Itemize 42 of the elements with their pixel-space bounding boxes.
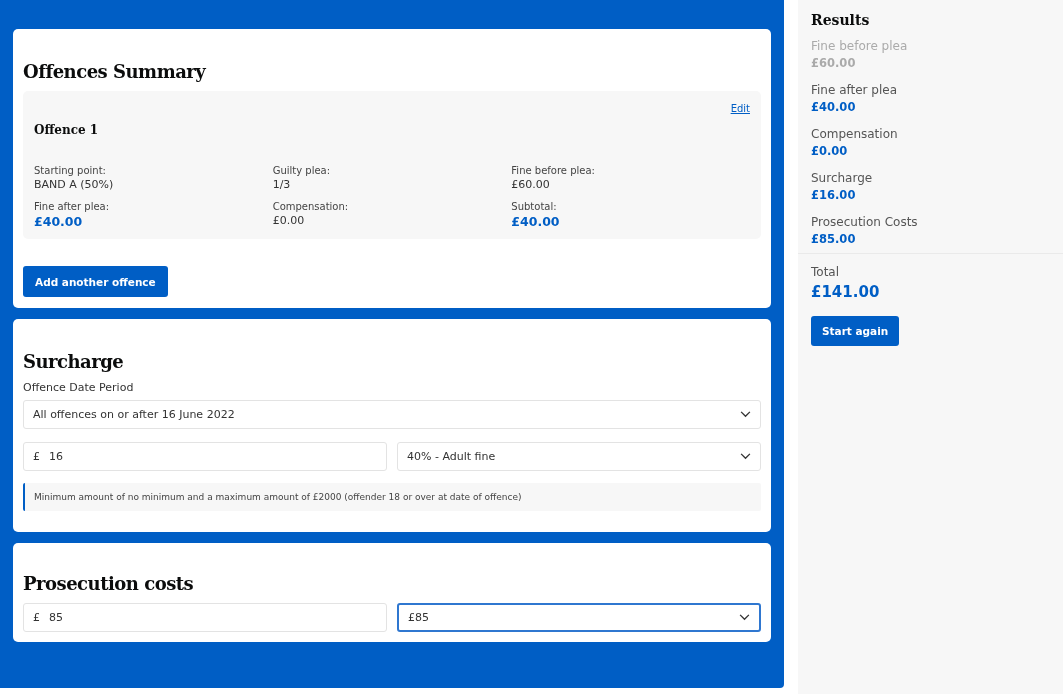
field-label: Guilty plea: xyxy=(272,165,331,176)
field-label: Fine after plea: xyxy=(34,201,110,212)
amount-field[interactable]: £ 85 xyxy=(23,603,387,632)
field-value: 1/3 xyxy=(272,178,291,191)
field-label: Offence Date Period xyxy=(23,381,135,394)
result-value: £40.00 xyxy=(811,99,856,115)
section-heading: Prosecution costs xyxy=(23,573,195,594)
result-label: Fine before plea xyxy=(811,38,908,55)
section-heading: Offences Summary xyxy=(23,61,207,82)
field-value: £0.00 xyxy=(272,214,305,227)
result-value: £60.00 xyxy=(811,55,856,71)
result-label: Surcharge xyxy=(811,170,873,187)
result-label: Prosecution Costs xyxy=(811,214,918,231)
add-offence-button[interactable]: Add another offence xyxy=(23,266,168,297)
field-label: Fine before plea: xyxy=(511,165,595,176)
field-label: Subtotal: xyxy=(511,201,557,212)
start-again-button[interactable]: Start again xyxy=(811,316,900,346)
chevron-down-icon xyxy=(739,614,750,621)
result-value: £16.00 xyxy=(811,187,856,203)
field-label: Compensation: xyxy=(272,201,349,212)
costs-select[interactable]: £85 xyxy=(397,603,761,632)
edit-link[interactable]: Edit xyxy=(730,103,750,114)
section-heading: Surcharge xyxy=(23,351,125,372)
rate-select[interactable]: 40% - Adult fine xyxy=(397,442,761,471)
field-value: BAND A (50%) xyxy=(34,178,114,191)
field-value: £60.00 xyxy=(511,178,550,191)
total-value: £141.00 xyxy=(811,283,880,301)
chevron-down-icon xyxy=(740,411,751,418)
total-label: Total xyxy=(811,264,840,281)
field-label: Starting point: xyxy=(34,165,106,176)
result-label: Fine after plea xyxy=(811,82,898,99)
result-value: £0.00 xyxy=(811,143,848,159)
field-value: £40.00 xyxy=(511,214,560,229)
field-value: £40.00 xyxy=(34,214,83,229)
chevron-down-icon xyxy=(740,453,751,460)
offence-title: Offence 1 xyxy=(34,123,99,137)
period-select[interactable]: All offences on or after 16 June 2022 xyxy=(23,400,761,429)
result-value: £85.00 xyxy=(811,231,856,247)
results-heading: Results xyxy=(811,12,871,28)
result-label: Compensation xyxy=(811,126,898,143)
amount-field[interactable]: £ 16 xyxy=(23,442,387,471)
info-note: Minimum amount of no minimum and a maximum amount of £2000 (offender 18 or over at date of offence) xyxy=(23,483,761,511)
